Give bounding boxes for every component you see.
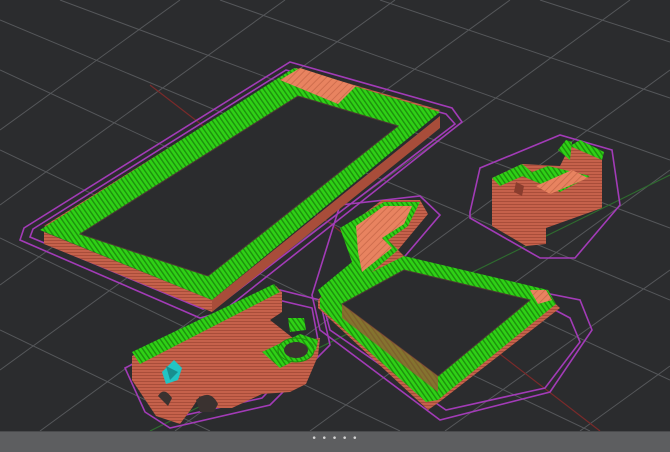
print-preview-canvas[interactable] [0, 0, 670, 431]
part-arm [132, 284, 320, 424]
panel-resize-handle[interactable]: • • • • • [0, 434, 670, 444]
status-bar: • • • • • [0, 431, 670, 452]
3d-preview-viewport[interactable] [0, 0, 670, 431]
